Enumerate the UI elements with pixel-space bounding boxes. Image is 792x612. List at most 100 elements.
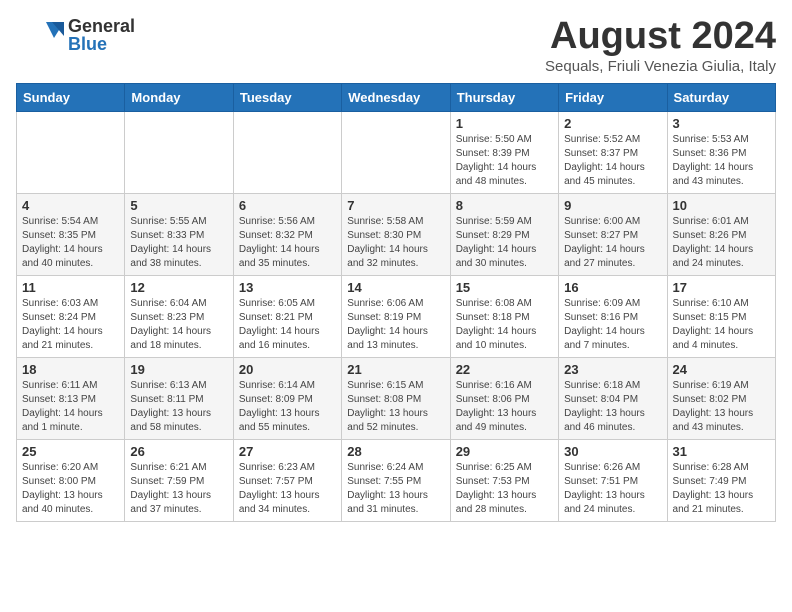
day-header-tuesday: Tuesday — [233, 83, 341, 111]
cell-info-text: Sunrise: 5:56 AMSunset: 8:32 PMDaylight:… — [239, 215, 336, 271]
logo-icon — [16, 16, 64, 54]
cell-info-text: Sunrise: 6:19 AMSunset: 8:02 PMDaylight:… — [673, 379, 770, 435]
cell-info-text: Sunrise: 6:00 AMSunset: 8:27 PMDaylight:… — [564, 215, 661, 271]
calendar-cell: 8 Sunrise: 5:59 AMSunset: 8:29 PMDaylight… — [450, 193, 558, 275]
calendar-cell: 10Sunrise: 6:01 AMSunset: 8:26 PMDayligh… — [667, 193, 775, 275]
calendar-cell: 29 Sunrise: 6:25 AMSunset: 7:53 PMDayligh… — [450, 439, 558, 521]
logo-blue-text: Blue — [68, 35, 135, 53]
calendar-cell: 28 Sunrise: 6:24 AMSunset: 7:55 PMDayligh… — [342, 439, 450, 521]
calendar-cell: 3 Sunrise: 5:53 AMSunset: 8:36 PMDaylight… — [667, 111, 775, 193]
calendar-cell: 1 Sunrise: 5:50 AMSunset: 8:39 PMDaylight… — [450, 111, 558, 193]
cell-info-text: Sunrise: 6:24 AMSunset: 7:55 PMDaylight:… — [347, 461, 444, 517]
cell-day-number: 17 — [673, 280, 770, 295]
cell-info-text: Sunrise: 6:26 AMSunset: 7:51 PMDaylight:… — [564, 461, 661, 517]
calendar-table: SundayMondayTuesdayWednesdayThursdayFrid… — [16, 83, 776, 522]
calendar-cell — [342, 111, 450, 193]
cell-info-text: Sunrise: 6:21 AMSunset: 7:59 PMDaylight:… — [130, 461, 227, 517]
day-header-friday: Friday — [559, 83, 667, 111]
cell-day-number: 1 — [456, 116, 553, 131]
cell-day-number: 10 — [673, 198, 770, 213]
calendar-cell: 30 Sunrise: 6:26 AMSunset: 7:51 PMDayligh… — [559, 439, 667, 521]
cell-info-text: Sunrise: 5:55 AMSunset: 8:33 PMDaylight:… — [130, 215, 227, 271]
cell-day-number: 31 — [673, 444, 770, 459]
cell-day-number: 29 — [456, 444, 553, 459]
calendar-cell: 23Sunrise: 6:18 AMSunset: 8:04 PMDayligh… — [559, 357, 667, 439]
cell-info-text: Sunrise: 6:05 AMSunset: 8:21 PMDaylight:… — [239, 297, 336, 353]
day-header-thursday: Thursday — [450, 83, 558, 111]
logo-text: General Blue — [68, 17, 135, 53]
calendar-cell: 27 Sunrise: 6:23 AMSunset: 7:57 PMDayligh… — [233, 439, 341, 521]
cell-info-text: Sunrise: 6:10 AMSunset: 8:15 PMDaylight:… — [673, 297, 770, 353]
cell-day-number: 30 — [564, 444, 661, 459]
calendar-cell: 11Sunrise: 6:03 AMSunset: 8:24 PMDayligh… — [17, 275, 125, 357]
day-header-monday: Monday — [125, 83, 233, 111]
calendar-cell: 21Sunrise: 6:15 AMSunset: 8:08 PMDayligh… — [342, 357, 450, 439]
cell-day-number: 22 — [456, 362, 553, 377]
calendar-cell: 4Sunrise: 5:54 AMSunset: 8:35 PMDaylight… — [17, 193, 125, 275]
cell-info-text: Sunrise: 6:25 AMSunset: 7:53 PMDaylight:… — [456, 461, 553, 517]
calendar-week-row: 18 Sunrise: 6:11 AMSunset: 8:13 PMDayligh… — [17, 357, 776, 439]
calendar-cell: 7Sunrise: 5:58 AMSunset: 8:30 PMDaylight… — [342, 193, 450, 275]
cell-info-text: Sunrise: 6:13 AMSunset: 8:11 PMDaylight:… — [130, 379, 227, 435]
cell-info-text: Sunrise: 6:03 AMSunset: 8:24 PMDaylight:… — [22, 297, 119, 353]
calendar-cell — [125, 111, 233, 193]
calendar-cell — [233, 111, 341, 193]
calendar-week-row: 25Sunrise: 6:20 AMSunset: 8:00 PMDayligh… — [17, 439, 776, 521]
cell-day-number: 2 — [564, 116, 661, 131]
calendar-cell: 16 Sunrise: 6:09 AMSunset: 8:16 PMDayligh… — [559, 275, 667, 357]
cell-day-number: 4 — [22, 198, 119, 213]
cell-day-number: 27 — [239, 444, 336, 459]
calendar-cell: 31 Sunrise: 6:28 AMSunset: 7:49 PMDayligh… — [667, 439, 775, 521]
calendar-cell: 14Sunrise: 6:06 AMSunset: 8:19 PMDayligh… — [342, 275, 450, 357]
cell-day-number: 18 — [22, 362, 119, 377]
cell-info-text: Sunrise: 6:04 AMSunset: 8:23 PMDaylight:… — [130, 297, 227, 353]
calendar-cell: 2 Sunrise: 5:52 AMSunset: 8:37 PMDaylight… — [559, 111, 667, 193]
cell-info-text: Sunrise: 6:16 AMSunset: 8:06 PMDaylight:… — [456, 379, 553, 435]
cell-day-number: 14 — [347, 280, 444, 295]
calendar-week-row: 1 Sunrise: 5:50 AMSunset: 8:39 PMDaylight… — [17, 111, 776, 193]
cell-day-number: 3 — [673, 116, 770, 131]
month-title: August 2024 — [545, 16, 776, 58]
calendar-cell: 24Sunrise: 6:19 AMSunset: 8:02 PMDayligh… — [667, 357, 775, 439]
location-subtitle: Sequals, Friuli Venezia Giulia, Italy — [545, 58, 776, 75]
header: General Blue August 2024 Sequals, Friuli… — [16, 16, 776, 75]
cell-info-text: Sunrise: 5:50 AMSunset: 8:39 PMDaylight:… — [456, 133, 553, 189]
calendar-cell: 20 Sunrise: 6:14 AMSunset: 8:09 PMDayligh… — [233, 357, 341, 439]
calendar-week-row: 11Sunrise: 6:03 AMSunset: 8:24 PMDayligh… — [17, 275, 776, 357]
calendar-cell: 19 Sunrise: 6:13 AMSunset: 8:11 PMDayligh… — [125, 357, 233, 439]
calendar-cell: 12 Sunrise: 6:04 AMSunset: 8:23 PMDayligh… — [125, 275, 233, 357]
cell-day-number: 9 — [564, 198, 661, 213]
cell-info-text: Sunrise: 5:53 AMSunset: 8:36 PMDaylight:… — [673, 133, 770, 189]
cell-day-number: 20 — [239, 362, 336, 377]
cell-info-text: Sunrise: 6:14 AMSunset: 8:09 PMDaylight:… — [239, 379, 336, 435]
cell-info-text: Sunrise: 6:15 AMSunset: 8:08 PMDaylight:… — [347, 379, 444, 435]
cell-info-text: Sunrise: 6:23 AMSunset: 7:57 PMDaylight:… — [239, 461, 336, 517]
cell-info-text: Sunrise: 5:58 AMSunset: 8:30 PMDaylight:… — [347, 215, 444, 271]
cell-day-number: 12 — [130, 280, 227, 295]
cell-day-number: 26 — [130, 444, 227, 459]
calendar-cell: 17 Sunrise: 6:10 AMSunset: 8:15 PMDayligh… — [667, 275, 775, 357]
calendar-cell: 9 Sunrise: 6:00 AMSunset: 8:27 PMDaylight… — [559, 193, 667, 275]
cell-info-text: Sunrise: 5:52 AMSunset: 8:37 PMDaylight:… — [564, 133, 661, 189]
cell-info-text: Sunrise: 6:09 AMSunset: 8:16 PMDaylight:… — [564, 297, 661, 353]
cell-info-text: Sunrise: 6:08 AMSunset: 8:18 PMDaylight:… — [456, 297, 553, 353]
calendar-cell: 25Sunrise: 6:20 AMSunset: 8:00 PMDayligh… — [17, 439, 125, 521]
calendar-cell: 5Sunrise: 5:55 AMSunset: 8:33 PMDaylight… — [125, 193, 233, 275]
cell-day-number: 13 — [239, 280, 336, 295]
cell-day-number: 28 — [347, 444, 444, 459]
calendar-header-row: SundayMondayTuesdayWednesdayThursdayFrid… — [17, 83, 776, 111]
calendar-cell: 22 Sunrise: 6:16 AMSunset: 8:06 PMDayligh… — [450, 357, 558, 439]
cell-day-number: 16 — [564, 280, 661, 295]
cell-info-text: Sunrise: 6:28 AMSunset: 7:49 PMDaylight:… — [673, 461, 770, 517]
cell-day-number: 6 — [239, 198, 336, 213]
calendar-cell: 18 Sunrise: 6:11 AMSunset: 8:13 PMDayligh… — [17, 357, 125, 439]
cell-day-number: 8 — [456, 198, 553, 213]
calendar-cell — [17, 111, 125, 193]
cell-info-text: Sunrise: 5:59 AMSunset: 8:29 PMDaylight:… — [456, 215, 553, 271]
day-header-saturday: Saturday — [667, 83, 775, 111]
cell-day-number: 19 — [130, 362, 227, 377]
calendar-week-row: 4Sunrise: 5:54 AMSunset: 8:35 PMDaylight… — [17, 193, 776, 275]
cell-info-text: Sunrise: 6:11 AMSunset: 8:13 PMDaylight:… — [22, 379, 119, 435]
cell-day-number: 25 — [22, 444, 119, 459]
title-area: August 2024 Sequals, Friuli Venezia Giul… — [545, 16, 776, 75]
